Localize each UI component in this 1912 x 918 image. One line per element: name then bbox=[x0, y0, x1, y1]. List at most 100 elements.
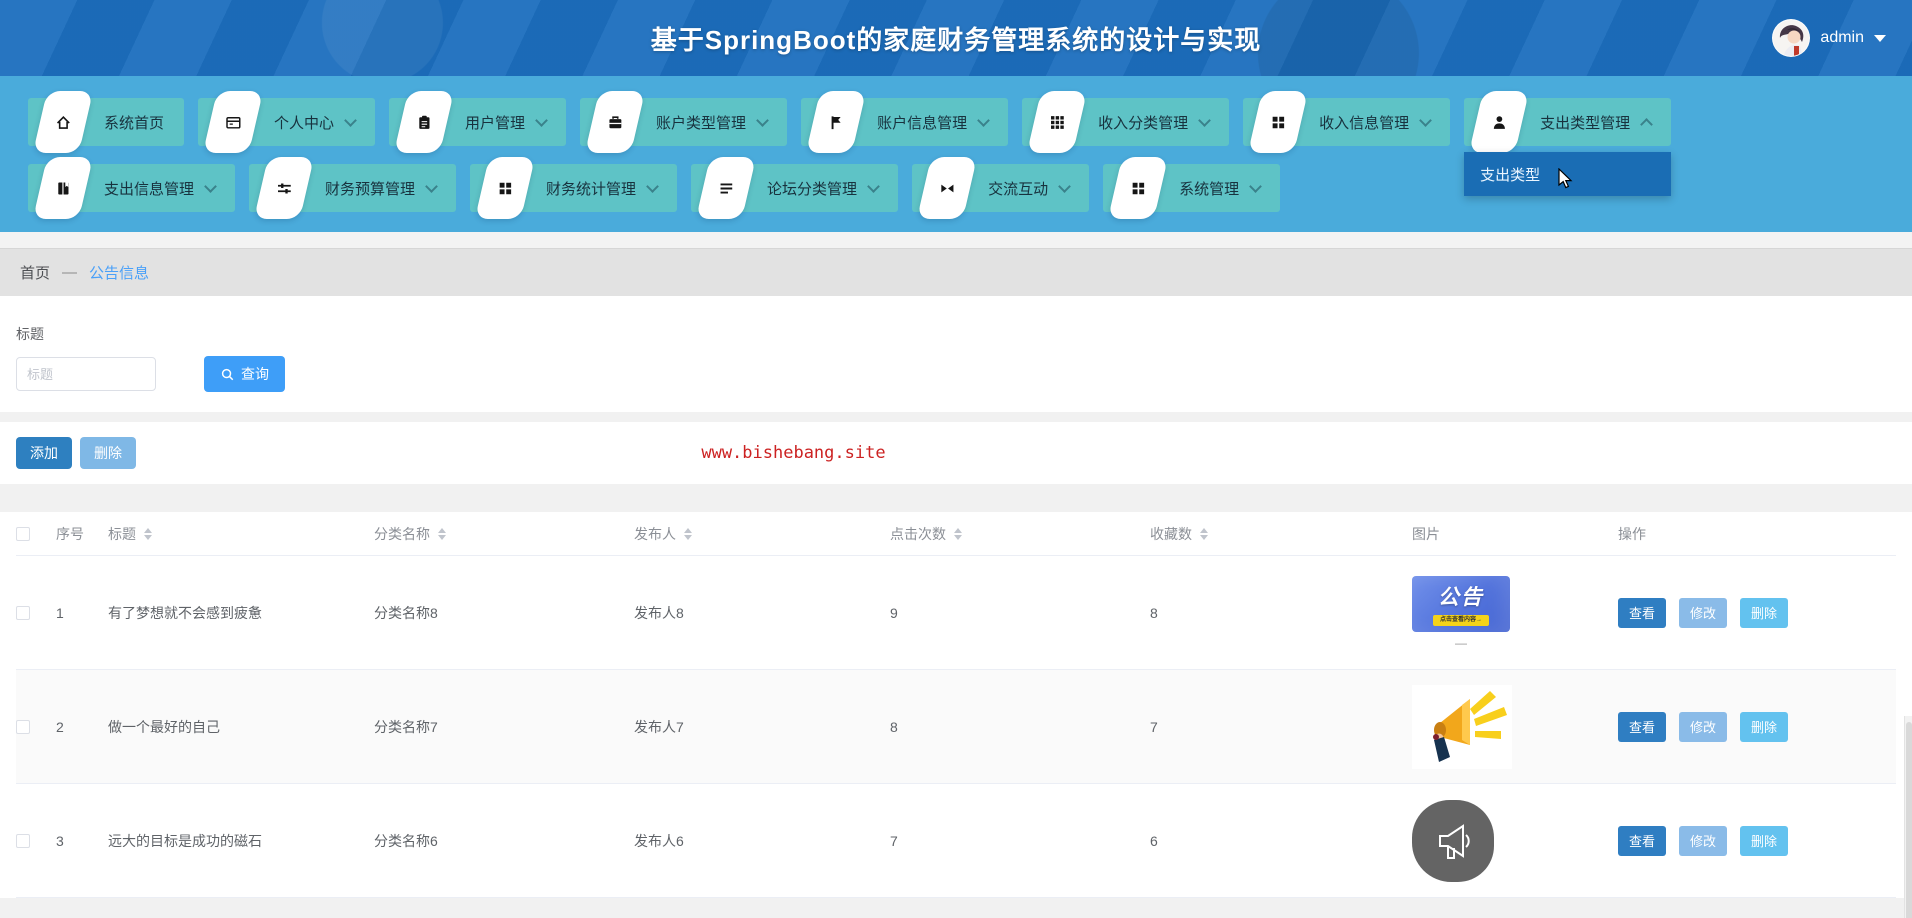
grid-2x2-icon bbox=[1108, 157, 1168, 219]
divider bbox=[0, 232, 1912, 248]
view-button[interactable]: 查看 bbox=[1618, 598, 1666, 628]
column-header: 操作 bbox=[1618, 524, 1646, 544]
sort-icon[interactable] bbox=[954, 528, 962, 540]
chevron-down-icon bbox=[1249, 180, 1262, 193]
row-checkbox[interactable] bbox=[16, 720, 30, 734]
edit-button[interactable]: 修改 bbox=[1679, 826, 1727, 856]
title-search-input[interactable] bbox=[16, 357, 156, 391]
announcement-banner-image: 公告 点击查看内容→ — bbox=[1412, 576, 1510, 650]
chevron-down-icon bbox=[646, 180, 659, 193]
sort-icon[interactable] bbox=[684, 528, 692, 540]
nav-item-income-info-management[interactable]: 收入信息管理 bbox=[1243, 98, 1450, 146]
nav-item-income-category-management[interactable]: 收入分类管理 bbox=[1022, 98, 1229, 146]
toolbar-section: 添加 删除 www.bishebang.site bbox=[0, 422, 1912, 484]
mouse-cursor-icon bbox=[1557, 168, 1577, 190]
id-card-icon bbox=[203, 91, 263, 153]
banner-pill-text: 点击查看内容→ bbox=[1433, 615, 1489, 626]
row-checkbox[interactable] bbox=[16, 834, 30, 848]
nav-item-account-type-management[interactable]: 账户类型管理 bbox=[580, 98, 787, 146]
sort-icon[interactable] bbox=[438, 528, 446, 540]
search-button-label: 查询 bbox=[241, 364, 269, 384]
flag-icon bbox=[806, 91, 866, 153]
view-button[interactable]: 查看 bbox=[1618, 712, 1666, 742]
nav-item-label: 系统首页 bbox=[104, 112, 164, 133]
nav-item-user-management[interactable]: 用户管理 bbox=[389, 98, 566, 146]
announcement-table: 序号 标题 分类名称 发布人 点击次数 收藏数 图片 操作 1 有了梦想就不会感… bbox=[0, 512, 1912, 898]
chevron-down-icon bbox=[535, 114, 548, 127]
column-header: 收藏数 bbox=[1150, 524, 1192, 544]
delete-button[interactable]: 删除 bbox=[80, 437, 136, 469]
chevron-down-icon bbox=[204, 180, 217, 193]
scrollbar-thumb[interactable] bbox=[1906, 722, 1912, 918]
nav-item-label: 收入分类管理 bbox=[1098, 112, 1188, 133]
sort-icon[interactable] bbox=[144, 528, 152, 540]
column-header: 点击次数 bbox=[890, 524, 946, 544]
grid-3x3-icon bbox=[1027, 91, 1087, 153]
select-all-checkbox[interactable] bbox=[16, 527, 30, 541]
breadcrumb-current[interactable]: 公告信息 bbox=[89, 262, 149, 283]
chevron-up-icon bbox=[1640, 118, 1653, 131]
nav-item-budget-management[interactable]: 财务预算管理 bbox=[249, 164, 456, 212]
breadcrumb-home[interactable]: 首页 bbox=[20, 262, 50, 283]
cell-favorites: 8 bbox=[1150, 605, 1412, 621]
nav-item-interaction[interactable]: 交流互动 bbox=[912, 164, 1089, 212]
edit-button[interactable]: 修改 bbox=[1679, 598, 1727, 628]
image-caption: — bbox=[1455, 636, 1467, 650]
main-content: 标题 查询 添加 删除 www.bishebang.site 序号 标题 分类名… bbox=[0, 296, 1912, 918]
delete-row-button[interactable]: 删除 bbox=[1740, 712, 1788, 742]
nav-item-statistics-management[interactable]: 财务统计管理 bbox=[470, 164, 677, 212]
filter-section: 标题 查询 bbox=[0, 296, 1912, 412]
column-header: 标题 bbox=[108, 524, 136, 544]
list-icon bbox=[696, 157, 756, 219]
search-button[interactable]: 查询 bbox=[204, 356, 285, 392]
page-title: 基于SpringBoot的家庭财务管理系统的设计与实现 bbox=[651, 20, 1262, 57]
nav-item-home[interactable]: 系统首页 bbox=[28, 98, 184, 146]
view-button[interactable]: 查看 bbox=[1618, 826, 1666, 856]
dark-megaphone-image bbox=[1412, 800, 1494, 882]
cell-clicks: 7 bbox=[890, 833, 1150, 849]
chevron-down-icon bbox=[977, 114, 990, 127]
nav-item-expense-info-management[interactable]: 支出信息管理 bbox=[28, 164, 235, 212]
dropdown-item-expense-type[interactable]: 支出类型 bbox=[1480, 164, 1540, 185]
cell-title: 有了梦想就不会感到疲惫 bbox=[108, 603, 374, 623]
table-row: 1 有了梦想就不会感到疲惫 分类名称8 发布人8 9 8 公告 点击查看内容→ … bbox=[16, 556, 1896, 670]
nav-item-system-management[interactable]: 系统管理 bbox=[1103, 164, 1280, 212]
nav-item-label: 账户类型管理 bbox=[656, 112, 746, 133]
sort-icon[interactable] bbox=[1200, 528, 1208, 540]
briefcase-icon bbox=[585, 91, 645, 153]
edit-button[interactable]: 修改 bbox=[1679, 712, 1727, 742]
chevron-down-icon bbox=[1419, 114, 1432, 127]
avatar[interactable] bbox=[1772, 19, 1810, 57]
cell-category: 分类名称6 bbox=[374, 831, 634, 851]
main-nav: 系统首页 个人中心 用户管理 账户类型管理 账户信息管理 收入分类管理 bbox=[0, 76, 1912, 232]
add-button[interactable]: 添加 bbox=[16, 437, 72, 469]
row-checkbox[interactable] bbox=[16, 606, 30, 620]
cell-publisher: 发布人6 bbox=[634, 831, 890, 851]
cell-category: 分类名称8 bbox=[374, 603, 634, 623]
sliders-icon bbox=[254, 157, 314, 219]
nav-item-forum-category-management[interactable]: 论坛分类管理 bbox=[691, 164, 898, 212]
breadcrumb-separator: — bbox=[62, 264, 77, 281]
filter-field-label: 标题 bbox=[16, 324, 1896, 344]
cell-title: 做一个最好的自己 bbox=[108, 717, 374, 737]
nav-item-label: 支出信息管理 bbox=[104, 178, 194, 199]
chevron-down-icon bbox=[1198, 114, 1211, 127]
cell-index: 2 bbox=[56, 719, 108, 735]
grid-2x2-icon bbox=[1248, 91, 1308, 153]
nav-item-label: 账户信息管理 bbox=[877, 112, 967, 133]
book-icon bbox=[33, 157, 93, 219]
cell-index: 3 bbox=[56, 833, 108, 849]
user-menu[interactable]: admin bbox=[1772, 0, 1886, 76]
vertical-scrollbar[interactable] bbox=[1904, 716, 1912, 918]
nav-item-label: 交流互动 bbox=[988, 178, 1048, 199]
nav-item-account-info-management[interactable]: 账户信息管理 bbox=[801, 98, 1008, 146]
nav-item-personal-center[interactable]: 个人中心 bbox=[198, 98, 375, 146]
delete-row-button[interactable]: 删除 bbox=[1740, 598, 1788, 628]
user-name: admin bbox=[1820, 29, 1864, 47]
chevron-down-icon bbox=[1058, 180, 1071, 193]
nav-item-expense-type-management[interactable]: 支出类型管理 支出类型 bbox=[1464, 98, 1671, 146]
delete-row-button[interactable]: 删除 bbox=[1740, 826, 1788, 856]
watermark-text: www.bishebang.site bbox=[701, 443, 885, 463]
bowtie-icon bbox=[917, 157, 977, 219]
cell-index: 1 bbox=[56, 605, 108, 621]
